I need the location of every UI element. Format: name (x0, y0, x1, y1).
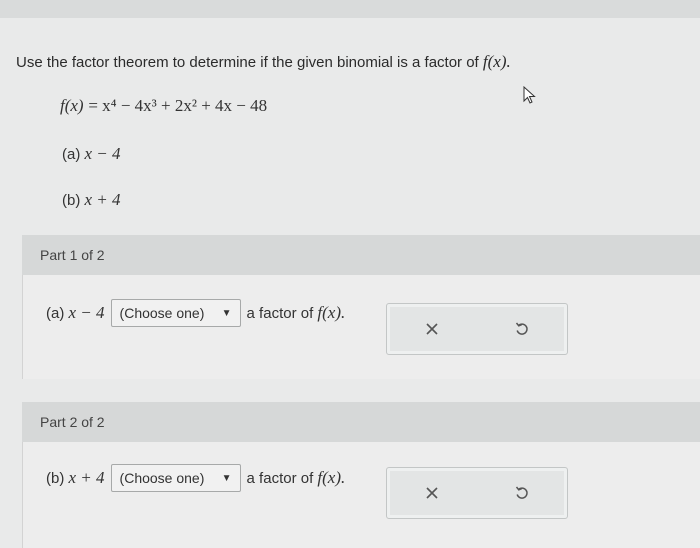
close-icon (426, 487, 438, 499)
choice-a-expr: x − 4 (84, 144, 121, 163)
part-1-undo-button[interactable] (502, 311, 542, 347)
part-1-suffix: a factor of (246, 304, 314, 322)
part-2-fx: f(x). (317, 468, 346, 487)
part-2-label: (b) (46, 469, 65, 487)
part-1-clear-button[interactable] (412, 311, 452, 347)
part-1-actions (386, 303, 568, 355)
part-2-clear-button[interactable] (412, 475, 452, 511)
part-1-body (22, 275, 700, 379)
mouse-pointer-icon (523, 86, 536, 104)
part-2-header: Part 2 of 2 (22, 402, 700, 442)
question-prompt: Use the factor theorem to determine if t… (16, 52, 511, 72)
question-fx: f(x). (482, 52, 511, 71)
part-2-select[interactable]: (Choose one) ▼ (110, 464, 241, 492)
part-1-fx: f(x). (317, 303, 346, 322)
function-lhs: f(x) (60, 96, 84, 115)
part-1-header: Part 1 of 2 (22, 235, 700, 275)
part-2-actions (386, 467, 568, 519)
function-rhs: = x⁴ − 4x³ + 2x² + 4x − 48 (88, 96, 268, 115)
part-1-label: (a) (46, 304, 65, 322)
part-2-undo-button[interactable] (502, 475, 542, 511)
part-2-body (22, 442, 700, 548)
part-1-select-value: (Choose one) (119, 305, 205, 321)
part-1-expr: x − 4 (68, 303, 105, 322)
function-definition: f(x) = x⁴ − 4x³ + 2x² + 4x − 48 (60, 96, 267, 116)
choice-b: (b) x + 4 (62, 190, 121, 210)
part-1-answer: (a) x − 4 (Choose one) ▼ a factor of f(x… (46, 299, 345, 327)
undo-icon (515, 322, 528, 335)
top-strip (0, 0, 700, 18)
caret-down-icon: ▼ (221, 472, 232, 484)
question-text: Use the factor theorem to determine if t… (16, 54, 479, 71)
choice-a: (a) x − 4 (62, 144, 121, 164)
part-2-suffix: a factor of (246, 469, 314, 487)
part-2-expr: x + 4 (68, 468, 105, 487)
undo-icon (515, 486, 528, 499)
choice-a-label: (a) (62, 146, 81, 163)
part-2-select-value: (Choose one) (119, 470, 205, 486)
choice-b-expr: x + 4 (84, 190, 121, 209)
part-1-select[interactable]: (Choose one) ▼ (110, 299, 241, 327)
part-2-title: Part 2 of 2 (40, 414, 105, 430)
part-1-title: Part 1 of 2 (40, 247, 105, 263)
caret-down-icon: ▼ (221, 307, 232, 319)
choice-b-label: (b) (62, 192, 81, 209)
close-icon (426, 323, 438, 335)
part-2-answer: (b) x + 4 (Choose one) ▼ a factor of f(x… (46, 464, 345, 492)
